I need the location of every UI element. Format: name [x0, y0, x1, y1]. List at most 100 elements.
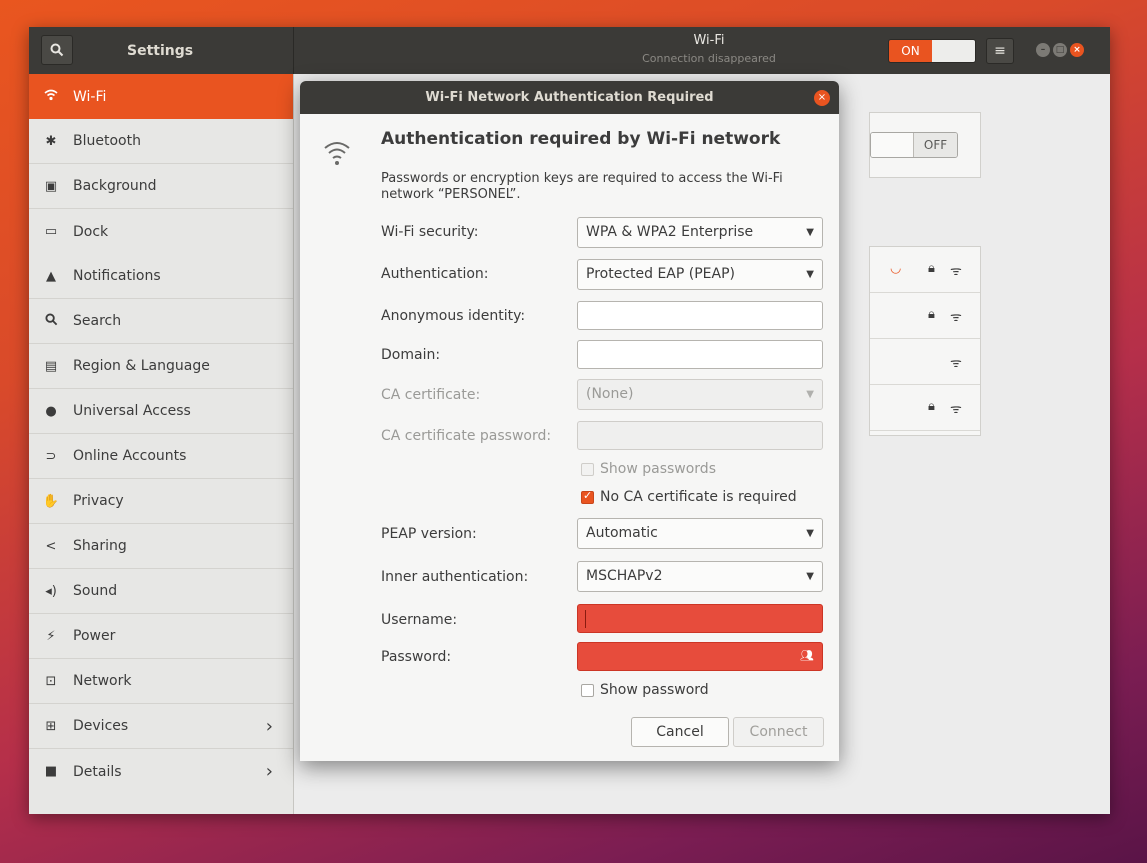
network-row[interactable]: 🔒︎ ᯤ	[870, 293, 980, 339]
sidebar-item-label: Power	[73, 628, 116, 644]
sidebar-item-wifi[interactable]: Wi-Fi	[29, 74, 293, 119]
sidebar-item-label: Background	[73, 178, 157, 194]
page-title: Wi-Fi	[693, 33, 725, 48]
sidebar-item-online-accounts[interactable]: ⊃ Online Accounts	[29, 434, 293, 479]
show-passwords-check[interactable]: Show passwords	[581, 461, 716, 477]
header-bar: Settings Wi-Fi Connection disappeared ON…	[29, 27, 1110, 74]
ca-certificate-combo[interactable]: (None) ▼	[577, 379, 823, 410]
password-storage-icon[interactable]: 👥︎	[800, 649, 814, 662]
maximize-icon: □	[1055, 45, 1065, 55]
sidebar-item-region[interactable]: ▤ Region & Language	[29, 344, 293, 389]
menu-button[interactable]: ≡	[986, 38, 1014, 64]
close-icon: ×	[1073, 45, 1081, 55]
combo-value: WPA & WPA2 Enterprise	[586, 224, 754, 240]
anonymous-identity-label: Anonymous identity:	[381, 308, 526, 324]
sidebar-item-search[interactable]: Search	[29, 299, 293, 344]
sidebar-item-label: Online Accounts	[73, 448, 187, 464]
search-icon	[29, 312, 73, 330]
wifi-security-combo[interactable]: WPA & WPA2 Enterprise ▼	[577, 217, 823, 248]
sidebar-item-label: Bluetooth	[73, 133, 141, 149]
domain-input[interactable]	[577, 340, 823, 369]
dialog-heading: Authentication required by Wi-Fi network	[381, 129, 781, 149]
dialog-close-button[interactable]: ×	[814, 90, 830, 106]
sidebar-item-devices[interactable]: ⊞ Devices ›	[29, 704, 293, 749]
sidebar-item-sound[interactable]: ◂) Sound	[29, 569, 293, 614]
network-list: ◡ 🔒︎ ᯤ 🔒︎ ᯤ ᯤ 🔒︎ ᯤ	[869, 246, 981, 436]
sidebar-item-label: Region & Language	[73, 358, 210, 374]
online-accounts-icon: ⊃	[45, 448, 57, 464]
sidebar-item-label: Privacy	[73, 493, 124, 509]
chevron-down-icon: ▼	[806, 528, 814, 539]
hamburger-icon: ≡	[994, 43, 1006, 59]
sidebar-header: Settings	[29, 27, 294, 74]
background-icon: ▣	[44, 178, 58, 194]
checkbox[interactable]	[581, 462, 594, 476]
switch-off-label: OFF	[914, 133, 957, 157]
anonymous-identity-input[interactable]	[577, 301, 823, 330]
combo-value: MSCHAPv2	[586, 568, 663, 584]
close-button[interactable]: ×	[1070, 43, 1084, 57]
sidebar-item-dock[interactable]: ▭ Dock	[29, 209, 293, 254]
wifi-signal-icon: ᯤ	[950, 264, 962, 279]
combo-value: (None)	[586, 386, 634, 402]
cancel-button[interactable]: Cancel	[631, 717, 729, 747]
close-icon: ×	[817, 92, 827, 103]
network-row[interactable]: 🔒︎ ᯤ	[870, 385, 980, 431]
sidebar-item-bluetooth[interactable]: ✱ Bluetooth	[29, 119, 293, 164]
sidebar-item-universal-access[interactable]: ● Universal Access	[29, 389, 293, 434]
sidebar-item-privacy[interactable]: ✋ Privacy	[29, 479, 293, 524]
maximize-button[interactable]: □	[1053, 43, 1067, 57]
power-icon: ⚡	[46, 628, 56, 644]
network-row[interactable]: ᯤ	[870, 339, 980, 385]
wifi-icon	[29, 89, 73, 105]
minimize-icon: –	[1040, 45, 1046, 55]
sidebar-item-details[interactable]: ■ Details ›	[29, 749, 293, 794]
sidebar-item-label: Notifications	[73, 268, 161, 284]
sidebar-item-label: Search	[73, 313, 122, 329]
sidebar: Wi-Fi ✱ Bluetooth ▣ Background ▭ Dock ▲ …	[29, 74, 294, 814]
username-label: Username:	[381, 612, 458, 628]
app-title: Settings	[127, 43, 194, 59]
switch-knob	[932, 40, 975, 62]
sidebar-item-label: Universal Access	[73, 403, 191, 419]
chevron-down-icon: ▼	[806, 227, 814, 238]
show-password-check[interactable]: Show password	[581, 682, 709, 698]
share-icon: <	[45, 538, 57, 554]
airplane-mode-switch[interactable]: OFF	[870, 132, 958, 158]
wifi-signal-icon: ᯤ	[950, 356, 962, 371]
connect-button[interactable]: Connect	[733, 717, 824, 747]
sidebar-item-power[interactable]: ⚡ Power	[29, 614, 293, 659]
inner-authentication-combo[interactable]: MSCHAPv2 ▼	[577, 561, 823, 592]
wifi-icon	[324, 142, 350, 165]
sidebar-item-background[interactable]: ▣ Background	[29, 164, 293, 209]
peap-version-combo[interactable]: Automatic ▼	[577, 518, 823, 549]
sidebar-item-label: Sound	[73, 583, 118, 599]
authentication-label: Authentication:	[381, 266, 489, 282]
accessibility-icon: ●	[45, 403, 57, 419]
combo-value: Protected EAP (PEAP)	[586, 266, 735, 282]
ca-certificate-label: CA certificate:	[381, 387, 481, 403]
minimize-button[interactable]: –	[1036, 43, 1050, 57]
checkbox[interactable]	[581, 489, 594, 504]
sidebar-item-notifications[interactable]: ▲ Notifications	[29, 254, 293, 299]
chevron-right-icon: ›	[265, 761, 273, 782]
sidebar-item-network[interactable]: ⊡ Network	[29, 659, 293, 704]
lock-icon: 🔒︎	[928, 307, 935, 322]
authentication-combo[interactable]: Protected EAP (PEAP) ▼	[577, 259, 823, 290]
info-icon: ■	[44, 764, 58, 779]
checkbox-label: No CA certificate is required	[600, 489, 797, 505]
username-input[interactable]	[577, 604, 823, 633]
password-input[interactable]: 👥︎	[577, 642, 823, 671]
checkbox[interactable]	[581, 683, 594, 697]
sidebar-item-label: Devices	[73, 718, 129, 734]
sidebar-item-label: Dock	[73, 223, 109, 240]
wifi-power-switch[interactable]: ON	[888, 39, 976, 63]
search-button[interactable]	[41, 35, 73, 65]
ca-certificate-password-input[interactable]	[577, 421, 823, 450]
wifi-security-label: Wi-Fi security:	[381, 224, 479, 240]
chevron-down-icon: ▼	[806, 571, 814, 582]
sidebar-item-sharing[interactable]: < Sharing	[29, 524, 293, 569]
bluetooth-icon: ✱	[45, 133, 57, 149]
no-ca-required-check[interactable]: No CA certificate is required	[581, 489, 797, 505]
network-row[interactable]: ◡ 🔒︎ ᯤ	[870, 247, 980, 293]
